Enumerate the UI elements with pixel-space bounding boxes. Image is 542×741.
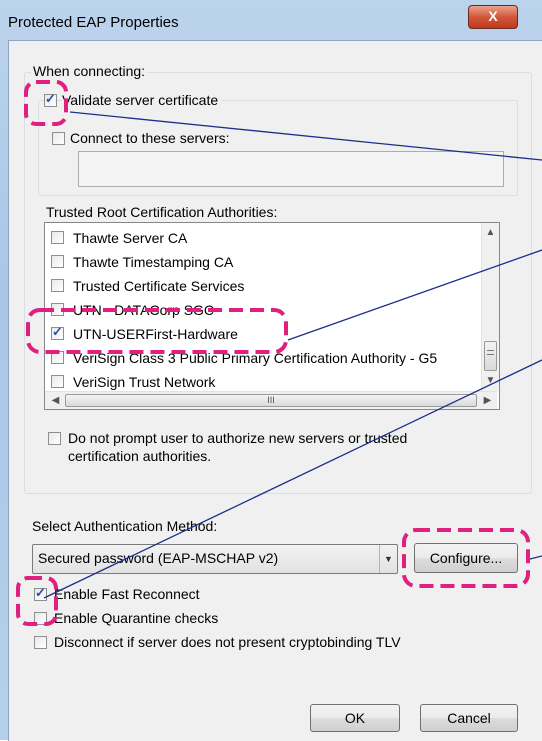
ca-item-checkbox[interactable] xyxy=(51,375,64,388)
ca-item-checkbox[interactable] xyxy=(51,279,64,292)
dialog-window: Protected EAP Properties X When connecti… xyxy=(0,0,542,741)
close-button[interactable]: X xyxy=(468,5,518,29)
validate-server-certificate-label: Validate server certificate xyxy=(62,92,222,108)
cryptobinding-label: Disconnect if server does not present cr… xyxy=(54,634,401,650)
auth-method-label: Select Authentication Method: xyxy=(32,518,218,534)
connect-to-servers-checkbox[interactable] xyxy=(52,132,65,145)
window-title: Protected EAP Properties xyxy=(8,14,179,31)
fast-reconnect-checkbox[interactable] xyxy=(34,585,47,601)
title-bar: Protected EAP Properties X xyxy=(0,0,542,40)
ca-item-checkbox[interactable] xyxy=(51,303,64,316)
auth-method-select[interactable]: Secured password (EAP-MSCHAP v2) ▼ xyxy=(32,544,398,574)
quarantine-checkbox[interactable] xyxy=(34,612,47,625)
quarantine-label: Enable Quarantine checks xyxy=(54,610,219,626)
ca-list-horizontal-scrollbar[interactable]: ◀ III ▶ xyxy=(45,391,497,409)
ca-item-checkbox[interactable] xyxy=(51,324,64,340)
ca-item-checkbox[interactable] xyxy=(51,255,64,268)
do-not-prompt-label-line1: Do not prompt user to authorize new serv… xyxy=(68,430,408,446)
ca-item-label: VeriSign Class 3 Public Primary Certific… xyxy=(73,350,438,366)
ok-button[interactable]: OK xyxy=(310,704,400,732)
do-not-prompt-checkbox[interactable] xyxy=(48,432,61,445)
chevron-down-icon[interactable]: ▼ xyxy=(379,545,397,573)
configure-button[interactable]: Configure... xyxy=(414,543,518,573)
fast-reconnect-label: Enable Fast Reconnect xyxy=(54,586,200,602)
when-connecting-label: When connecting: xyxy=(31,63,148,79)
servers-input[interactable] xyxy=(78,151,504,187)
trusted-root-ca-list[interactable]: Thawte Server CA Thawte Timestamping CA Tr… xyxy=(44,222,500,410)
scroll-left-icon[interactable]: ◀ xyxy=(47,395,64,406)
connect-to-servers-label: Connect to these servers: xyxy=(70,130,230,146)
ca-item-label: VeriSign Trust Network xyxy=(73,374,216,390)
scroll-down-icon[interactable]: ▼ xyxy=(482,375,499,386)
ca-list-vertical-scrollbar[interactable]: ▲ ▼ xyxy=(481,223,499,391)
auth-method-value: Secured password (EAP-MSCHAP v2) xyxy=(38,550,279,566)
ca-item-checkbox[interactable] xyxy=(51,231,64,244)
cancel-button[interactable]: Cancel xyxy=(420,704,518,732)
ca-item-checkbox[interactable] xyxy=(51,351,64,364)
ca-item-label: UTN - DATACorp SGC xyxy=(73,302,215,318)
validate-server-certificate-checkbox[interactable] xyxy=(44,91,57,107)
ca-item-label: UTN-USERFirst-Hardware xyxy=(73,326,238,342)
scroll-up-icon[interactable]: ▲ xyxy=(482,227,499,238)
horizontal-scroll-thumb[interactable]: III xyxy=(65,394,477,407)
ca-item-label: Thawte Timestamping CA xyxy=(73,254,234,270)
cryptobinding-checkbox[interactable] xyxy=(34,636,47,649)
do-not-prompt-label-line2: certification authorities. xyxy=(68,448,212,464)
trusted-root-ca-label: Trusted Root Certification Authorities: xyxy=(46,204,278,220)
ca-item-label: Thawte Server CA xyxy=(73,230,188,246)
scroll-right-icon[interactable]: ▶ xyxy=(479,395,496,406)
vertical-scroll-thumb[interactable] xyxy=(484,341,497,371)
ca-item-label: Trusted Certificate Services xyxy=(73,278,245,294)
